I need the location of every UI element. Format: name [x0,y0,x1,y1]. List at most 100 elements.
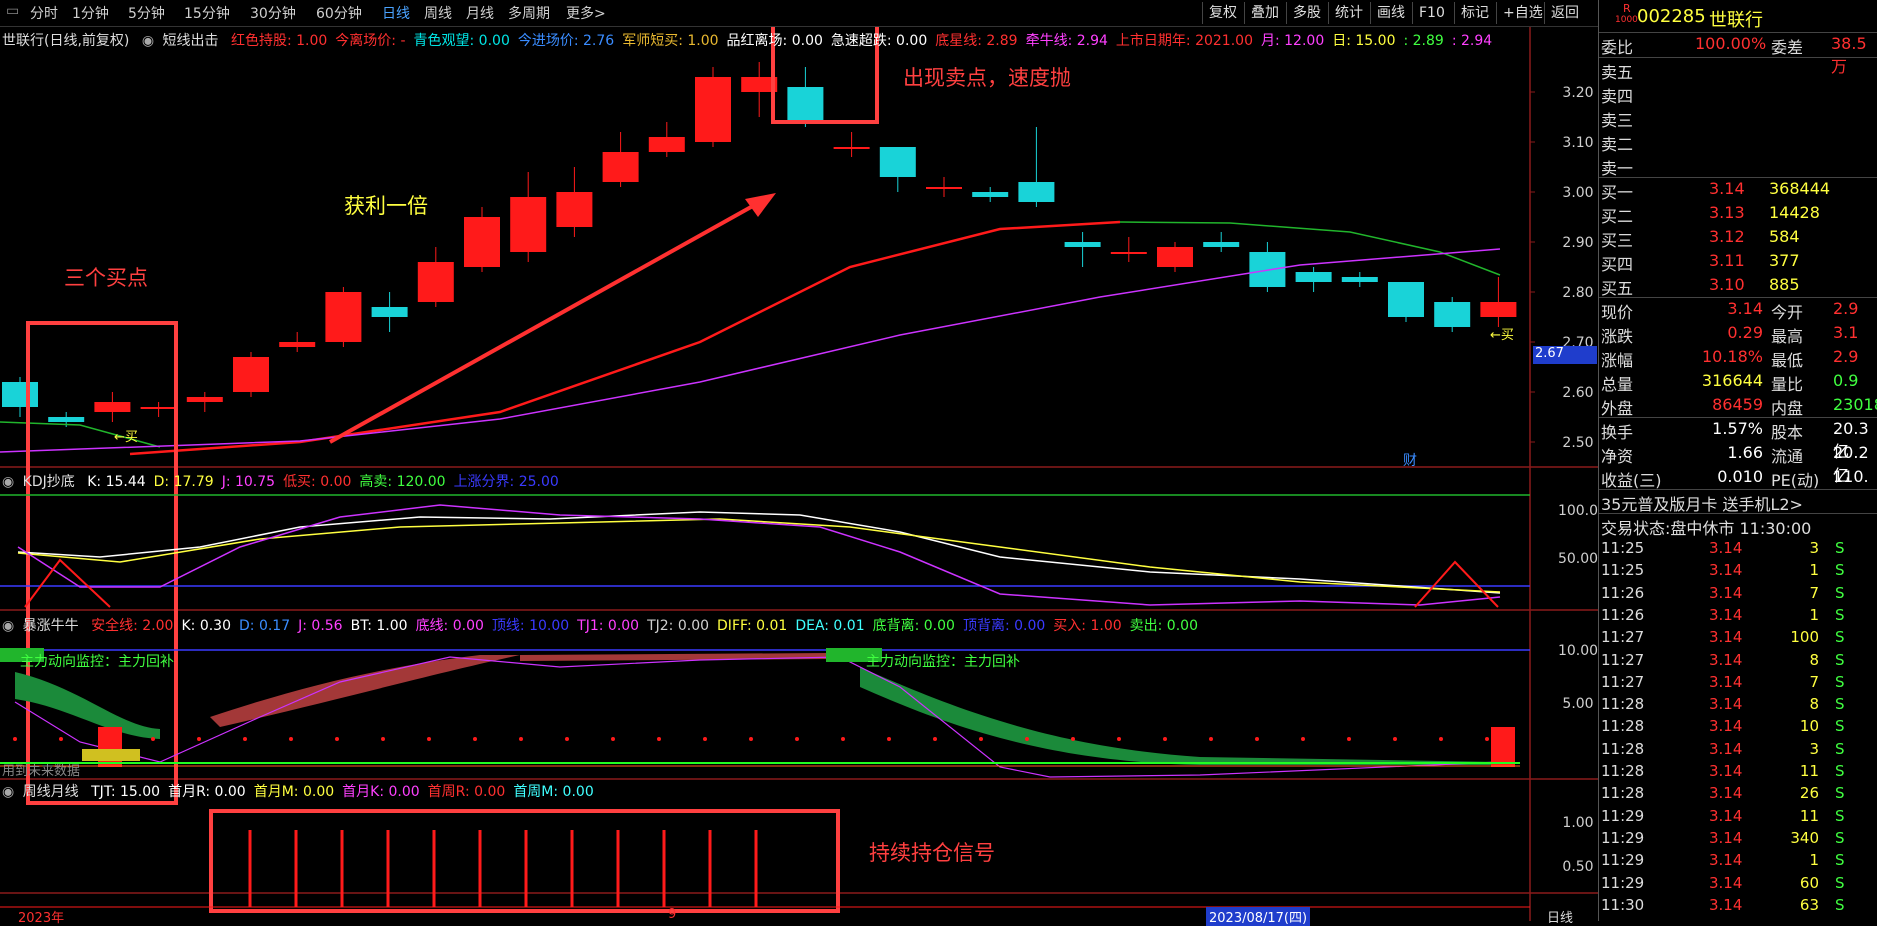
bull-dot [1439,737,1443,741]
trade-row: 11:27 3.14 8 S [1599,651,1877,673]
tool-button-0[interactable]: 复权 [1202,2,1243,24]
quote-label2-1: 最高 [1771,327,1804,346]
bull-tick-1: 5.00 [1562,696,1593,712]
trade-time: 11:28 [1601,784,1645,803]
quote-label-1: 涨跌 [1601,327,1634,346]
period-tab-4[interactable]: 30分钟 [250,3,296,23]
bull-params-0: 安全线: 2.00 [91,618,174,634]
trade-vol: 1 [1809,851,1819,870]
trade-row: 11:28 3.14 8 S [1599,695,1877,717]
trade-time: 11:28 [1601,695,1645,714]
period-tab-9[interactable]: 多周期 [508,3,550,23]
monthly-name[interactable]: 周线月线 [23,784,79,800]
trade-row: 11:27 3.14 100 S [1599,628,1877,650]
promo-row[interactable]: 35元普及版月卡 送手机L2> [1599,491,1877,515]
period-tab-3[interactable]: 15分钟 [184,3,230,23]
bull-dot [841,737,845,741]
sell-level-1: 卖四 [1599,83,1877,107]
buy-price-4: 3.10 [1709,275,1745,294]
indicator-toggle-icon[interactable]: ◉ [142,33,154,49]
separator [1599,57,1877,58]
period-tab-5[interactable]: 60分钟 [316,3,362,23]
period-tab-7[interactable]: 周线 [424,3,452,23]
stock-header: R 1000 002285 世联行 [1599,0,1877,33]
quote-value2-4: 23018 [1833,395,1877,414]
finance-marker[interactable]: 财 [1403,450,1417,470]
buy-label-0: 买一 [1601,183,1634,202]
trade-time: 11:29 [1601,806,1645,825]
buy-label-4: 买五 [1601,279,1634,298]
buy-level-2: 买三 3.12 584 [1599,227,1877,251]
monthly-params-2: 首月M: 0.00 [253,784,335,800]
kdj-buy-signal-right [1414,560,1499,608]
trade-vol: 100 [1790,628,1819,647]
bull-name[interactable]: 暴涨牛牛 [23,618,79,634]
kdj-d-line [17,518,1501,593]
bull-dot [1301,737,1305,741]
indicator-name[interactable]: 短线出击 [163,33,219,49]
candle [1064,232,1101,267]
tool-button-7[interactable]: +自选 [1496,2,1549,24]
kdj-k-line [17,511,1501,594]
buy-vol-4: 885 [1769,275,1800,294]
indicator-params: 红色持股: 1.00 今离场价: - 青色观望: 0.00 今进场价: 2.76 军师短… [231,33,1500,49]
tool-button-4[interactable]: 画线 [1370,2,1411,24]
price-tick-0: 3.20 [1562,85,1593,101]
tool-button-2[interactable]: 多股 [1286,2,1327,24]
period-tab-6[interactable]: 日线 [382,3,410,23]
separator [1599,489,1877,490]
period-tab-1[interactable]: 1分钟 [72,3,109,23]
monthly-toggle-icon[interactable]: ◉ [2,784,14,800]
trade-price: 3.14 [1709,828,1743,847]
candle [1203,232,1240,252]
quote-value2-7: 110. [1833,467,1869,486]
trade-row: 11:29 3.14 11 S [1599,807,1877,829]
month-label: 9 [668,907,677,922]
quote-label2-7: PE(动) [1771,471,1820,490]
tool-button-1[interactable]: 叠加 [1244,2,1285,24]
bull-dot [1163,737,1167,741]
price-tick-1: 3.10 [1562,135,1593,151]
bull-toggle-icon[interactable]: ◉ [2,618,14,634]
quote-value-4: 86459 [1712,395,1763,414]
trade-side: S [1835,806,1845,825]
period-tab-8[interactable]: 月线 [466,3,494,23]
buy-price-1: 3.13 [1709,203,1745,222]
bull-dot [979,737,983,741]
kdj-toggle-icon[interactable]: ◉ [2,474,14,490]
kdj-params-5: 上涨分界: 25.00 [453,474,559,490]
monthly-params-1: 首月R: 0.00 [168,784,246,800]
quote-row-0: 现价 3.14 今开 2.9 [1599,299,1877,323]
sell-label-0: 卖五 [1601,63,1634,82]
trade-time: 11:25 [1601,561,1645,580]
tool-button-8[interactable]: 返回 [1544,2,1585,24]
trade-time: 11:27 [1601,628,1645,647]
tool-button-3[interactable]: 统计 [1328,2,1369,24]
trade-vol: 3 [1809,739,1819,758]
period-tab-10[interactable]: 更多> [566,3,606,23]
period-tab-2[interactable]: 5分钟 [128,3,165,23]
candle [1157,242,1193,272]
trade-vol: 60 [1799,873,1819,892]
bull-tick-0: 10.00 [1558,643,1598,659]
quote-body: 委比 100.00% 委差 38.5万 卖五 卖四 卖三 卖二 卖一 买一 3.14 368444 买二… [1599,34,1877,921]
sell-label-3: 卖二 [1601,135,1634,154]
trade-vol: 340 [1790,828,1819,847]
tool-button-6[interactable]: 标记 [1454,2,1495,24]
buy-price-0: 3.14 [1709,179,1745,198]
quote-row-3: 总量 316644 量比 0.9 [1599,371,1877,395]
buy-price-2: 3.12 [1709,227,1745,246]
bull-params-2: D: 0.17 [239,618,291,634]
kdj-name[interactable]: KDJ抄底 [23,474,75,490]
window-icon[interactable]: ▭ [6,3,19,19]
period-tab-0[interactable]: 分时 [30,3,58,23]
quote-value2-1: 3.1 [1833,323,1859,342]
bull-params-3: J: 0.56 [298,618,343,634]
trade-vol: 8 [1809,650,1819,669]
tool-button-5[interactable]: F10 [1412,2,1451,24]
period-label: 日线 [1547,911,1574,926]
price-tick-4: 2.80 [1562,285,1593,301]
bull-dot [703,737,707,741]
trade-price: 3.14 [1709,628,1743,647]
kdj-tick-1: 50.00 [1558,551,1598,567]
